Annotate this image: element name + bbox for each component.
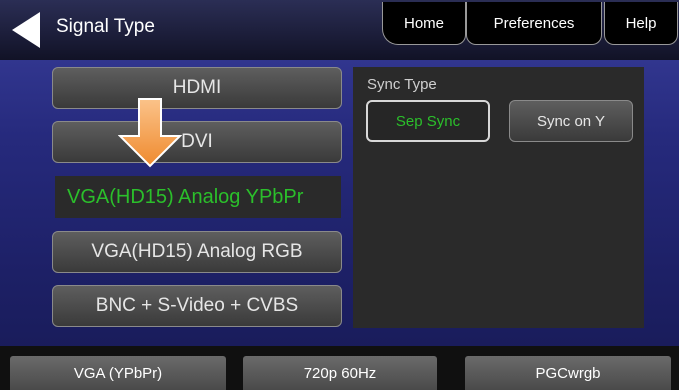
screen: Signal Type Home Preferences Help HDMI D… xyxy=(0,0,679,390)
vga-ypbpr-button[interactable]: VGA(HD15) Analog YPbPr xyxy=(55,176,341,218)
hdmi-button[interactable]: HDMI xyxy=(52,67,342,109)
sync-type-label: Sync Type xyxy=(367,76,437,93)
vga-rgb-button[interactable]: VGA(HD15) Analog RGB xyxy=(52,231,342,273)
vga-ypbpr-button-label: VGA(HD15) Analog YPbPr xyxy=(67,185,304,208)
sep-sync-button[interactable]: Sep Sync xyxy=(366,100,490,142)
status-resolution: 720p 60Hz xyxy=(243,356,437,390)
down-arrow-annotation-icon xyxy=(118,98,182,168)
tab-home[interactable]: Home xyxy=(382,2,466,45)
dvi-button-label: DVI xyxy=(181,131,213,152)
tab-help[interactable]: Help xyxy=(604,2,678,45)
vga-rgb-button-label: VGA(HD15) Analog RGB xyxy=(91,241,303,262)
page-title: Signal Type xyxy=(56,16,155,37)
bnc-svideo-cvbs-button[interactable]: BNC + S-Video + CVBS xyxy=(52,285,342,327)
hdmi-button-label: HDMI xyxy=(172,77,222,98)
status-pattern: PGCwrgb xyxy=(465,356,671,390)
tab-preferences[interactable]: Preferences xyxy=(466,2,602,45)
sync-type-panel: Sync Type Sep Sync Sync on Y xyxy=(353,67,644,328)
bnc-button-label: BNC + S-Video + CVBS xyxy=(95,295,299,316)
dvi-button[interactable]: DVI xyxy=(52,121,342,163)
status-bar: VGA (YPbPr) 720p 60Hz PGCwrgb xyxy=(0,346,679,390)
header-bar: Signal Type Home Preferences Help xyxy=(0,0,679,60)
back-arrow-icon[interactable] xyxy=(12,12,40,48)
sync-on-y-button[interactable]: Sync on Y xyxy=(509,100,633,142)
status-signal-type: VGA (YPbPr) xyxy=(10,356,226,390)
